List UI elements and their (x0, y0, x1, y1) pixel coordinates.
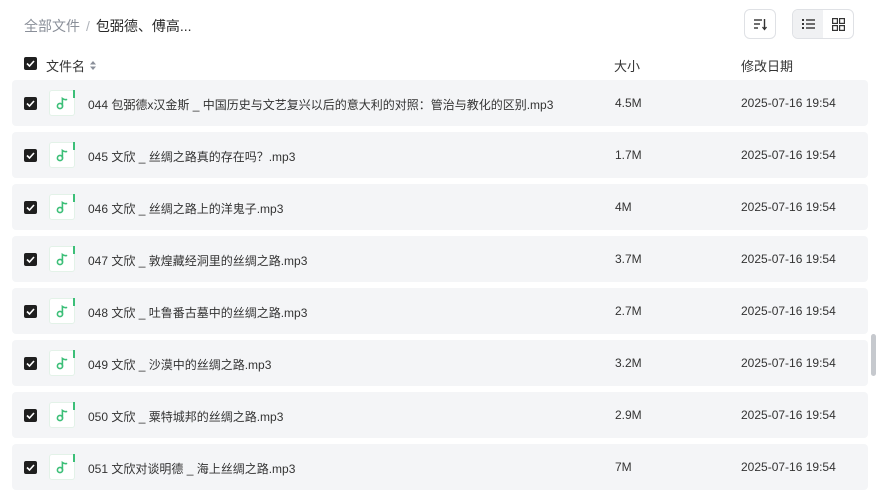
file-name[interactable]: 050 文欣 _ 粟特城邦的丝绸之路.mp3 (88, 408, 283, 425)
sort-button[interactable] (744, 9, 776, 39)
breadcrumb-root-link[interactable]: 全部文件 (24, 16, 80, 36)
file-modified: 2025-07-16 19:54 (741, 408, 836, 422)
file-row[interactable]: 045 文欣 _ 丝绸之路真的存在吗？.mp3 1.7M 2025-07-16 19… (12, 132, 868, 178)
music-file-icon (49, 194, 75, 220)
file-checkbox[interactable] (24, 201, 37, 214)
file-size: 2.9M (615, 408, 642, 422)
file-modified: 2025-07-16 19:54 (741, 252, 836, 266)
file-checkbox[interactable] (24, 97, 37, 110)
file-modified: 2025-07-16 19:54 (741, 304, 836, 318)
column-header-modified[interactable]: 修改日期 (741, 56, 793, 75)
list-view-icon (801, 19, 815, 29)
sort-arrows-icon (90, 61, 97, 70)
view-toggle (792, 9, 854, 39)
file-name[interactable]: 045 文欣 _ 丝绸之路真的存在吗？.mp3 (88, 148, 295, 165)
file-row[interactable]: 047 文欣 _ 敦煌藏经洞里的丝绸之路.mp3 3.7M 2025-07-16 1… (12, 236, 868, 282)
file-name[interactable]: 046 文欣 _ 丝绸之路上的洋鬼子.mp3 (88, 200, 283, 217)
grid-view-button[interactable] (823, 10, 853, 38)
file-row[interactable]: 051 文欣对谈明德 _ 海上丝绸之路.mp3 7M 2025-07-16 19:5… (12, 444, 868, 490)
breadcrumb: 全部文件 / 包弼德、傅高... (24, 16, 192, 36)
file-row[interactable]: 048 文欣 _ 吐鲁番古墓中的丝绸之路.mp3 2.7M 2025-07-16 1… (12, 288, 868, 334)
file-size: 3.7M (615, 252, 642, 266)
file-modified: 2025-07-16 19:54 (741, 148, 836, 162)
file-list: 044 包弼德x汉金斯 _ 中国历史与文艺复兴以后的意大利的对照：管治与教化的区… (12, 80, 868, 496)
column-header-name-label: 文件名 (46, 59, 86, 74)
file-size: 3.2M (615, 356, 642, 370)
column-header-size[interactable]: 大小 (614, 56, 640, 75)
scrollbar-thumb[interactable] (871, 334, 876, 376)
file-name[interactable]: 047 文欣 _ 敦煌藏经洞里的丝绸之路.mp3 (88, 252, 307, 269)
music-file-icon (49, 246, 75, 272)
file-checkbox[interactable] (24, 409, 37, 422)
file-size: 4M (615, 200, 632, 214)
sort-icon (754, 19, 767, 31)
file-row[interactable]: 049 文欣 _ 沙漠中的丝绸之路.mp3 3.2M 2025-07-16 19:5… (12, 340, 868, 386)
music-file-icon (49, 350, 75, 376)
file-size: 1.7M (615, 148, 642, 162)
file-modified: 2025-07-16 19:54 (741, 96, 836, 110)
list-view-button[interactable] (793, 10, 823, 38)
file-checkbox[interactable] (24, 461, 37, 474)
file-size: 7M (615, 460, 632, 474)
select-all-checkbox[interactable] (24, 57, 37, 70)
column-header-name[interactable]: 文件名 (46, 56, 97, 75)
file-modified: 2025-07-16 19:54 (741, 200, 836, 214)
file-name[interactable]: 049 文欣 _ 沙漠中的丝绸之路.mp3 (88, 356, 271, 373)
file-row[interactable]: 046 文欣 _ 丝绸之路上的洋鬼子.mp3 4M 2025-07-16 19:54 (12, 184, 868, 230)
file-row[interactable]: 044 包弼德x汉金斯 _ 中国历史与文艺复兴以后的意大利的对照：管治与教化的区… (12, 80, 868, 126)
file-size: 4.5M (615, 96, 642, 110)
file-size: 2.7M (615, 304, 642, 318)
file-checkbox[interactable] (24, 305, 37, 318)
file-modified: 2025-07-16 19:54 (741, 460, 836, 474)
breadcrumb-current: 包弼德、傅高... (95, 18, 192, 34)
file-name[interactable]: 051 文欣对谈明德 _ 海上丝绸之路.mp3 (88, 460, 295, 477)
file-table-header: 文件名 大小 修改日期 (0, 48, 878, 80)
file-name[interactable]: 044 包弼德x汉金斯 _ 中国历史与文艺复兴以后的意大利的对照：管治与教化的区… (88, 96, 553, 113)
toolbar: 全部文件 / 包弼德、傅高... (0, 0, 878, 48)
file-modified: 2025-07-16 19:54 (741, 356, 836, 370)
music-file-icon (49, 90, 75, 116)
file-checkbox[interactable] (24, 357, 37, 370)
music-file-icon (49, 454, 75, 480)
file-row[interactable]: 050 文欣 _ 粟特城邦的丝绸之路.mp3 2.9M 2025-07-16 19:… (12, 392, 868, 438)
file-checkbox[interactable] (24, 149, 37, 162)
music-file-icon (49, 142, 75, 168)
music-file-icon (49, 298, 75, 324)
music-file-icon (49, 402, 75, 428)
grid-view-icon (831, 17, 845, 31)
breadcrumb-separator: / (86, 18, 90, 34)
file-checkbox[interactable] (24, 253, 37, 266)
file-name[interactable]: 048 文欣 _ 吐鲁番古墓中的丝绸之路.mp3 (88, 304, 307, 321)
